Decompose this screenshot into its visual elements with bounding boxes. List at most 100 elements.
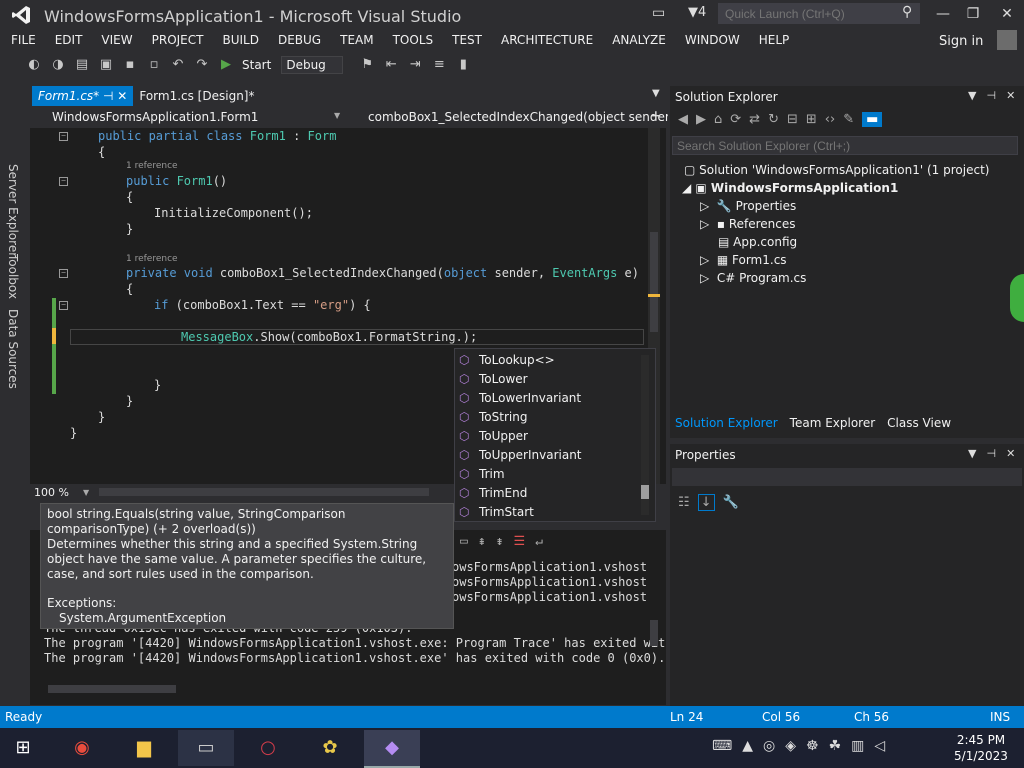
forward-icon[interactable]: ▶ bbox=[696, 112, 706, 127]
completion-item[interactable]: ⬡ ToUpperInvariant bbox=[459, 446, 582, 465]
output-vertical-scrollbar-thumb[interactable] bbox=[650, 620, 658, 646]
server-explorer-tab[interactable]: Server Explorer bbox=[6, 164, 20, 257]
close-tab-icon[interactable]: ✕ bbox=[117, 89, 127, 103]
fold-marker[interactable]: − bbox=[59, 177, 68, 186]
next-message-icon[interactable]: ⇟ bbox=[496, 534, 504, 549]
feedback-icon[interactable]: ▭ bbox=[652, 5, 665, 21]
chevron-up-icon[interactable]: ▲ bbox=[742, 738, 753, 754]
completion-scrollbar[interactable] bbox=[641, 355, 649, 515]
close-button[interactable]: ✕ bbox=[992, 4, 1022, 24]
object-selector-dropdown[interactable] bbox=[672, 468, 1022, 486]
show-all-files-icon[interactable]: ⊞ bbox=[806, 112, 817, 127]
tree-item-form1[interactable]: ▷ ▦ Form1.cs bbox=[700, 253, 787, 267]
clear-all-icon[interactable]: ☰ bbox=[513, 534, 525, 549]
find-message-icon[interactable]: ▭ bbox=[460, 534, 468, 549]
horizontal-scrollbar-thumb[interactable] bbox=[99, 488, 430, 496]
menu-item-team[interactable]: TEAM bbox=[340, 33, 373, 47]
code-lens-reference[interactable]: 1 reference bbox=[126, 161, 178, 171]
member-dropdown[interactable]: comboBox1_SelectedIndexChanged(object se… bbox=[350, 107, 668, 127]
outdent-icon[interactable]: ⇥ bbox=[407, 57, 423, 73]
view-code-icon[interactable]: ‹› bbox=[825, 112, 835, 127]
menu-item-tools[interactable]: TOOLS bbox=[393, 33, 434, 47]
property-pages-icon[interactable]: 🔧 bbox=[723, 495, 739, 510]
config-dropdown[interactable]: Debug bbox=[281, 56, 344, 74]
output-horizontal-scrollbar-thumb[interactable] bbox=[48, 685, 176, 693]
find-icon[interactable]: ⚑ bbox=[359, 57, 375, 73]
quick-launch-input[interactable] bbox=[718, 3, 920, 24]
undo-icon[interactable]: ↶ bbox=[170, 57, 186, 73]
menu-item-project[interactable]: PROJECT bbox=[152, 33, 204, 47]
home-icon[interactable]: ⌂ bbox=[714, 112, 722, 127]
fold-marker[interactable]: − bbox=[59, 301, 68, 310]
preview-icon[interactable]: ▬ bbox=[862, 112, 883, 127]
data-sources-tab[interactable]: Data Sources bbox=[6, 309, 20, 389]
indent-icon[interactable]: ⇤ bbox=[383, 57, 399, 73]
completion-item[interactable]: ⬡ ToLower bbox=[459, 370, 528, 389]
save-icon[interactable]: ▪ bbox=[122, 57, 138, 73]
completion-item[interactable]: ⬡ ToLowerInvariant bbox=[459, 389, 581, 408]
categorized-icon[interactable]: ☷ bbox=[678, 495, 690, 510]
visual-studio-icon[interactable]: ◆ bbox=[364, 730, 420, 768]
open-file-icon[interactable]: ▣ bbox=[98, 57, 114, 73]
dropdown-icon[interactable]: ▼ bbox=[968, 89, 976, 102]
start-icon[interactable]: ⊞ bbox=[0, 730, 46, 766]
back-icon[interactable]: ◐ bbox=[26, 57, 42, 73]
chrome-icon[interactable]: ◉ bbox=[54, 730, 110, 766]
pin-icon[interactable]: ⊣ bbox=[986, 447, 996, 460]
split-icon[interactable]: ✛ bbox=[651, 109, 661, 123]
class-dropdown[interactable]: WindowsFormsApplication1.Form1 bbox=[34, 107, 352, 127]
menu-item-file[interactable]: FILE bbox=[11, 33, 36, 47]
tray-app-icon[interactable]: ◎ bbox=[763, 738, 775, 754]
toolbox-tab[interactable]: Toolbox bbox=[6, 254, 20, 299]
notifications-button[interactable]: ▼4 bbox=[688, 5, 706, 20]
refresh-icon[interactable]: ↻ bbox=[768, 112, 779, 127]
tray-app-icon[interactable]: ☸ bbox=[806, 738, 819, 754]
menu-item-view[interactable]: VIEW bbox=[101, 33, 132, 47]
completion-item[interactable]: ⬡ ToLookup<> bbox=[459, 351, 555, 370]
forward-icon[interactable]: ◑ bbox=[50, 57, 66, 73]
tab-team-explorer[interactable]: Team Explorer bbox=[790, 416, 876, 430]
fold-marker[interactable]: − bbox=[59, 269, 68, 278]
minimize-button[interactable]: — bbox=[928, 4, 958, 24]
tree-project[interactable]: ◢ ▣ WindowsFormsApplication1 bbox=[682, 181, 898, 195]
completion-item[interactable]: ⬡ ToUpper bbox=[459, 427, 528, 446]
start-button[interactable]: Start bbox=[242, 58, 271, 72]
completion-item[interactable]: ⬡ TrimEnd bbox=[459, 484, 527, 503]
pending-changes-icon[interactable]: ⇄ bbox=[749, 112, 760, 127]
floating-indicator[interactable] bbox=[1010, 274, 1024, 322]
properties-icon[interactable]: ✎ bbox=[843, 112, 854, 127]
tab-form1-cs[interactable]: Form1.cs* ⊣ ✕ bbox=[32, 86, 134, 106]
completion-item[interactable]: ⬡ TrimStart bbox=[459, 503, 534, 522]
zoom-level[interactable]: 100 % bbox=[34, 486, 69, 499]
tab-solution-explorer[interactable]: Solution Explorer bbox=[675, 416, 778, 430]
menu-item-edit[interactable]: EDIT bbox=[55, 33, 83, 47]
redo-icon[interactable]: ↷ bbox=[194, 57, 210, 73]
clock[interactable]: 2:45 PM 5/1/2023 bbox=[944, 732, 1018, 764]
dropdown-icon[interactable]: ▼ bbox=[968, 447, 976, 460]
start-icon[interactable]: ▶ bbox=[218, 57, 234, 73]
completion-item[interactable]: ⬡ ToString bbox=[459, 408, 527, 427]
terminal-icon[interactable]: ▭ bbox=[178, 730, 234, 766]
collapse-all-icon[interactable]: ⊟ bbox=[787, 112, 798, 127]
code-lens-reference[interactable]: 1 reference bbox=[126, 254, 178, 264]
bookmark-icon[interactable]: ▮ bbox=[455, 57, 471, 73]
menu-item-debug[interactable]: DEBUG bbox=[278, 33, 321, 47]
bee-app-icon[interactable]: ✿ bbox=[302, 730, 358, 766]
scrollbar-thumb[interactable] bbox=[650, 232, 658, 332]
sign-in-link[interactable]: Sign in bbox=[939, 34, 983, 49]
completion-scrollbar-thumb[interactable] bbox=[641, 485, 649, 499]
tab-form1-design[interactable]: Form1.cs [Design]* bbox=[133, 86, 260, 106]
comment-icon[interactable]: ≡ bbox=[431, 57, 447, 73]
menu-item-architecture[interactable]: ARCHITECTURE bbox=[501, 33, 593, 47]
avatar[interactable] bbox=[997, 30, 1017, 50]
keyboard-icon[interactable]: ⌨ bbox=[712, 738, 732, 754]
chevron-down-icon[interactable]: ▼ bbox=[83, 488, 89, 497]
tree-item-program[interactable]: ▷ C# Program.cs bbox=[700, 271, 806, 285]
pin-icon[interactable]: ⊣ bbox=[103, 89, 113, 103]
pin-icon[interactable]: ⊣ bbox=[986, 89, 996, 102]
volume-muted-icon[interactable]: ◁ bbox=[874, 738, 885, 754]
menu-item-test[interactable]: TEST bbox=[452, 33, 482, 47]
tab-class-view[interactable]: Class View bbox=[887, 416, 951, 430]
shield-icon[interactable]: ◈ bbox=[785, 738, 796, 754]
close-icon[interactable]: ✕ bbox=[1006, 89, 1015, 102]
